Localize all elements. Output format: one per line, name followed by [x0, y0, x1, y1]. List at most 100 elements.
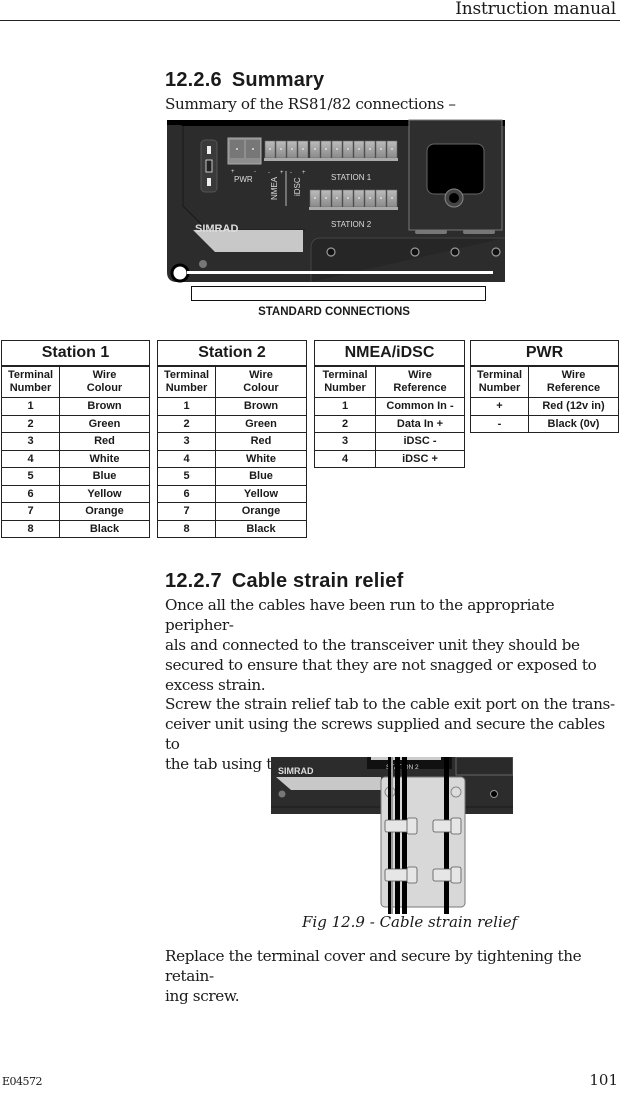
wire-cell: Blue: [215, 467, 307, 486]
table-row: 3 Red: [157, 432, 307, 451]
paragraph-strain-1: Once all the cables have been run to the…: [165, 596, 597, 694]
table-row: 4 iDSC +: [314, 449, 465, 468]
table-row: 3 Red: [1, 432, 150, 451]
terminal-cell: 8: [1, 519, 60, 538]
column-header-wire: Wire Reference: [528, 365, 619, 398]
table-title: PWR: [470, 340, 619, 367]
terminal-cell: 3: [314, 432, 376, 451]
section-number: 12.2.7: [165, 570, 222, 592]
table-row: + Red (12v in): [470, 397, 619, 416]
column-header-terminal: Terminal Number: [314, 365, 376, 398]
terminal-cell: -: [470, 414, 529, 433]
wire-cell: Black (0v): [528, 414, 619, 433]
wire-cell: Red: [215, 432, 307, 451]
table-row: 8 Black: [157, 519, 307, 538]
wire-cell: Yellow: [59, 484, 150, 503]
table-row: 7 Orange: [157, 502, 307, 521]
pwr-connector-icon: [227, 137, 262, 165]
table-row: 2 Green: [1, 414, 150, 433]
wire-cell: Brown: [215, 397, 307, 416]
terminal-cell: 2: [157, 414, 216, 433]
wire-cell: Yellow: [215, 484, 307, 503]
table-row: 1 Common In -: [314, 397, 465, 416]
table-row: 3 iDSC -: [314, 432, 465, 451]
terminal-cell: 4: [1, 449, 60, 468]
terminal-cell: 7: [1, 502, 60, 521]
svg-text:-: -: [290, 170, 292, 176]
section-title: Summary: [231, 69, 325, 91]
svg-text:-: -: [268, 170, 270, 176]
terminal-cell: 1: [1, 397, 60, 416]
column-header-terminal: Terminal Number: [157, 365, 216, 398]
table-row: 4 White: [1, 449, 150, 468]
terminal-cell: 2: [1, 414, 60, 433]
terminal-cell: 8: [157, 519, 216, 538]
column-header-terminal: Terminal Number: [1, 365, 60, 398]
simrad-logo: SIMRAD: [195, 223, 238, 235]
station2-label: STATION 2: [331, 220, 372, 229]
table-row: 2 Green: [157, 414, 307, 433]
standard-connections-label: STANDARD CONNECTIONS: [258, 306, 410, 318]
column-header-wire: Wire Reference: [375, 365, 465, 398]
svg-text:+: +: [302, 170, 306, 176]
wire-cell: Data In +: [375, 414, 465, 433]
terminal-cell: 2: [314, 414, 376, 433]
station1-label: STATION 1: [331, 173, 372, 182]
section-heading-summary: 12.2.6 Summary: [165, 69, 324, 92]
wire-cell: Green: [59, 414, 150, 433]
running-header: Instruction manual: [455, 0, 616, 19]
page-number: 101: [589, 1071, 618, 1089]
wire-cell: Orange: [59, 502, 150, 521]
terminal-cell: 1: [314, 397, 376, 416]
wire-cell: Blue: [59, 467, 150, 486]
pwr-label: PWR: [234, 175, 253, 184]
terminal-cell: 5: [157, 467, 216, 486]
pwr-table: PWR Terminal Number Wire Reference + Red (1…: [470, 340, 619, 433]
wire-cell: Black: [215, 519, 307, 538]
wire-cell: iDSC +: [375, 449, 465, 468]
table-row: 7 Orange: [1, 502, 150, 521]
column-header-wire: Wire Colour: [59, 365, 150, 398]
table-row: 4 White: [157, 449, 307, 468]
column-header-wire: Wire Colour: [215, 365, 307, 398]
mounting-hole-icon: [170, 263, 190, 283]
wire-cell: Green: [215, 414, 307, 433]
terminal-cell: 3: [1, 432, 60, 451]
terminal-cell: 3: [157, 432, 216, 451]
wire-cell: White: [215, 449, 307, 468]
terminal-cell: +: [470, 397, 529, 416]
fuse-holder-icon: [200, 139, 218, 193]
cable-strain-relief-figure: SIMRAD STATION 2: [271, 757, 513, 914]
strain-relief-tab: [380, 776, 466, 908]
table-row: 8 Black: [1, 519, 150, 538]
table-row: 1 Brown: [157, 397, 307, 416]
terminal-cell: 4: [314, 449, 376, 468]
terminal-cell: 6: [1, 484, 60, 503]
wire-cell: Orange: [215, 502, 307, 521]
svg-text:-: -: [254, 169, 256, 175]
figure-caption: Fig 12.9 - Cable strain relief: [302, 913, 518, 931]
table-row: 6 Yellow: [1, 484, 150, 503]
terminal-cell: 7: [157, 502, 216, 521]
wire-cell: Red: [59, 432, 150, 451]
paragraph-strain-3: Replace the terminal cover and secure by…: [165, 947, 582, 1005]
wire-cell: Brown: [59, 397, 150, 416]
table-title: NMEA/iDSC: [314, 340, 465, 367]
terminal-cell: 6: [157, 484, 216, 503]
terminal-cell: 1: [157, 397, 216, 416]
nmea-label: NMEA: [270, 176, 279, 200]
section-title: Cable strain relief: [231, 570, 404, 592]
section-heading-strain-relief: 12.2.7 Cable strain relief: [165, 570, 403, 593]
wire-cell: Black: [59, 519, 150, 538]
station2-table: Station 2 Terminal Number Wire Colour 1 Bro…: [157, 340, 307, 538]
document-code: E04572: [2, 1075, 43, 1088]
table-title: Station 1: [1, 340, 150, 367]
terminal-cover-icon: [408, 119, 503, 234]
table-row: 6 Yellow: [157, 484, 307, 503]
terminal-cell: 4: [157, 449, 216, 468]
wire-cell: White: [59, 449, 150, 468]
simrad-logo: SIMRAD: [278, 766, 314, 776]
idsc-label: iDSC: [293, 177, 302, 196]
connection-panel-figure: + - PWR - + - + NMEA iDSC STATION 1 STAT…: [167, 119, 505, 283]
wire-cell: Common In -: [375, 397, 465, 416]
